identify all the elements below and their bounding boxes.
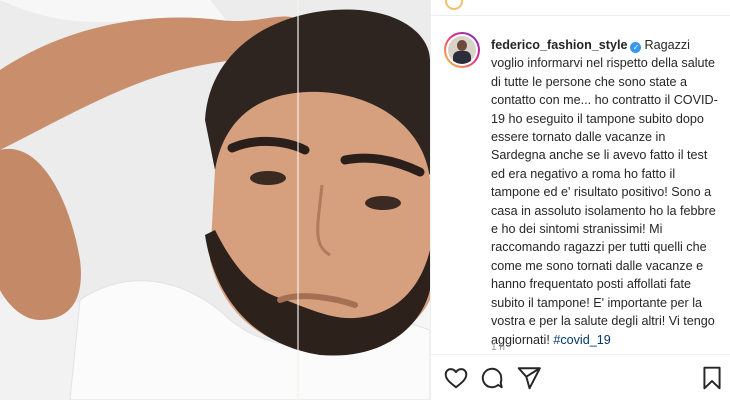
bookmark-icon[interactable] <box>699 365 725 391</box>
avatar-image <box>448 36 476 64</box>
caption-text: Ragazzi voglio informarvi nel rispetto d… <box>491 38 718 347</box>
username-link[interactable]: federico_fashion_style <box>491 38 627 52</box>
header-avatar[interactable] <box>445 0 463 10</box>
comment-icon[interactable] <box>479 365 505 391</box>
action-bar <box>431 354 730 400</box>
paper-plane-icon[interactable] <box>516 365 542 391</box>
hashtag-link[interactable]: #covid_19 <box>553 333 610 347</box>
post-timestamp[interactable]: 1 h <box>491 342 505 353</box>
heart-icon[interactable] <box>443 365 469 391</box>
verified-badge-icon: ✓ <box>630 42 642 53</box>
selfie-illustration <box>0 0 430 400</box>
post-caption: federico_fashion_style ✓ Ragazzi voglio in… <box>491 36 723 349</box>
avatar[interactable] <box>444 32 480 68</box>
post-photo[interactable] <box>0 0 430 400</box>
header-strip <box>431 0 730 16</box>
post-side-panel: federico_fashion_style ✓ Ragazzi voglio in… <box>430 0 730 400</box>
